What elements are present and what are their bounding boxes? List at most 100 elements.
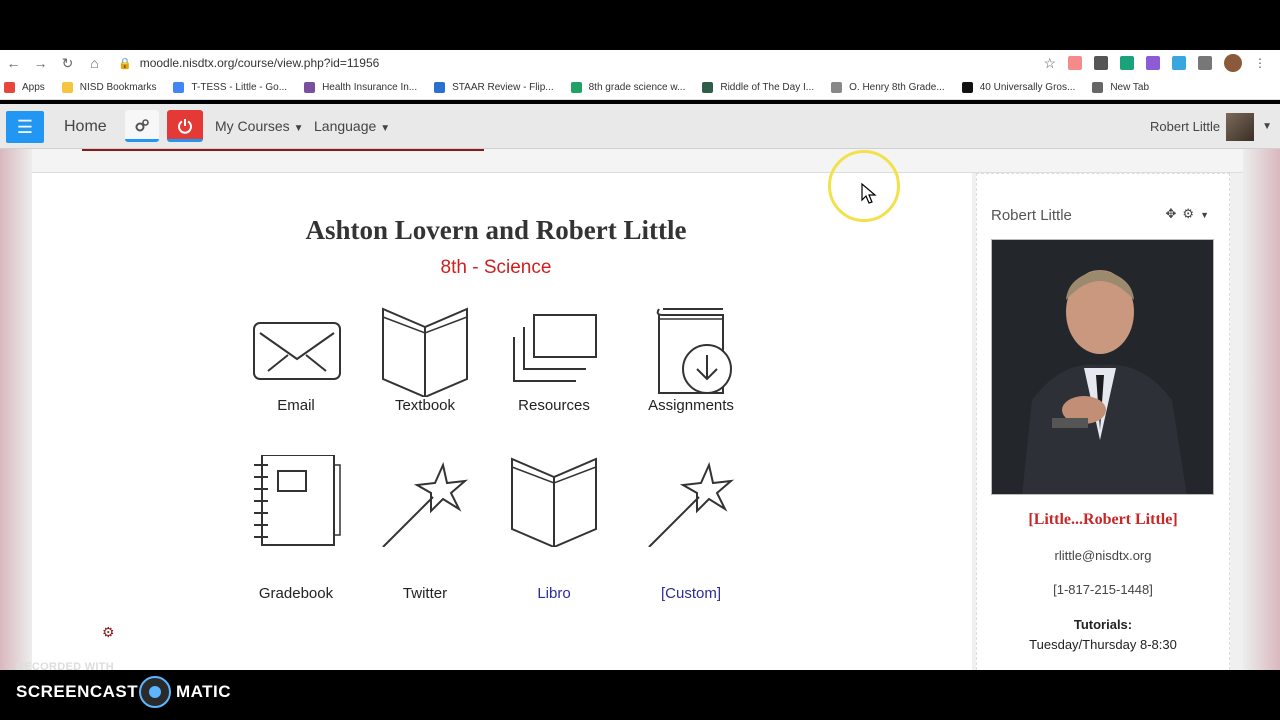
bookmark-favicon-icon — [173, 82, 185, 93]
bookmark-label: 40 Universally Gros... — [979, 82, 1076, 93]
screencast-brand: SCREENCAST — [16, 682, 139, 701]
tile-resources[interactable]: Resources — [494, 305, 614, 414]
envelope-icon — [253, 322, 341, 380]
move-icon[interactable]: ✥ — [1166, 206, 1183, 221]
bookmark-label: O. Henry 8th Grade... — [849, 82, 945, 93]
menu-dots-icon[interactable]: ⋮ — [1254, 56, 1266, 70]
bookmark-item[interactable]: STAAR Review - Flip... — [434, 82, 554, 93]
bookmark-item[interactable]: Apps — [4, 82, 45, 93]
lock-icon: 🔒 — [118, 58, 132, 70]
tile-gradebook[interactable]: Gradebook — [236, 455, 356, 602]
tile-label: Assignments — [648, 397, 734, 414]
book-icon — [511, 457, 597, 547]
user-name: Robert Little — [1150, 119, 1221, 134]
forward-icon[interactable]: → — [27, 55, 54, 71]
bookmark-item[interactable]: 8th grade science w... — [570, 82, 686, 93]
extension-icons: ☆ ⋮ — [1043, 54, 1266, 72]
bookmark-favicon-icon — [1092, 82, 1104, 93]
avatar — [1226, 112, 1255, 141]
divider — [82, 149, 484, 151]
stacked-pages-icon — [513, 314, 597, 382]
language-label: Language — [314, 118, 377, 134]
power-icon — [178, 119, 192, 134]
extension-icon[interactable] — [1120, 56, 1134, 70]
tile-label: Textbook — [394, 397, 456, 414]
tile-textbook[interactable]: Textbook — [365, 305, 485, 414]
magic-wand-icon — [382, 461, 469, 547]
course-section: Ashton Lovern and Robert Little 8th - Sc… — [32, 173, 972, 670]
home-link[interactable]: Home — [64, 118, 107, 136]
my-courses-label: My Courses — [215, 118, 290, 134]
reload-icon[interactable]: ↻ — [54, 55, 81, 72]
admin-gears-button[interactable] — [125, 110, 159, 142]
course-subject: 8th - Science — [440, 257, 552, 278]
block-controls: ✥⚙▼ — [1166, 206, 1215, 222]
notebook-icon — [254, 455, 341, 546]
bookmark-favicon-icon — [4, 82, 15, 93]
url-field[interactable]: 🔒 moodle.nisdtx.org/course/view.php?id=11… — [118, 56, 379, 70]
url-text: moodle.nisdtx.org/course/view.php?id=119… — [139, 56, 380, 70]
gear-icon[interactable]: ⚙ — [102, 624, 115, 641]
tutorials-label: Tutorials: — [1073, 617, 1133, 632]
tile-email[interactable]: Email — [236, 305, 356, 414]
extension-icon[interactable] — [1068, 56, 1082, 70]
moodle-navbar: ☰ Home My Courses ▼ Language ▼ Robert Li… — [0, 104, 1280, 149]
right-gutter — [1243, 149, 1280, 670]
bookmark-favicon-icon — [961, 82, 973, 93]
bookmark-item[interactable]: NISD Bookmarks — [61, 82, 157, 93]
bookmark-label: NISD Bookmarks — [79, 82, 157, 93]
bookmark-item[interactable]: Health Insurance In... — [304, 82, 417, 93]
extension-icon[interactable] — [1146, 56, 1160, 70]
bookmark-label: STAAR Review - Flip... — [452, 82, 554, 93]
caret-down-icon: ▼ — [380, 123, 391, 134]
logout-button[interactable] — [167, 110, 203, 142]
tile-assignments[interactable]: Assignments — [631, 305, 751, 414]
video-top-bar — [0, 0, 1280, 50]
home-icon[interactable]: ⌂ — [81, 55, 108, 71]
bookmark-item[interactable]: O. Henry 8th Grade... — [831, 82, 945, 93]
bookmark-item[interactable]: Riddle of The Day I... — [702, 82, 814, 93]
caret-down-icon: ▼ — [293, 123, 304, 134]
teacher-block: Robert Little ✥⚙▼ [Little...Robert Littl… — [976, 173, 1230, 670]
extension-icon[interactable] — [1172, 56, 1186, 70]
teacher-name: [Little...Robert Little] — [1028, 511, 1178, 528]
gear-icon[interactable]: ⚙ — [1182, 206, 1200, 221]
tile-libro[interactable]: Libro — [494, 455, 614, 602]
bookmark-item[interactable]: T-TESS - Little - Go... — [173, 82, 287, 93]
book-download-icon — [656, 308, 732, 394]
left-gutter — [0, 149, 32, 670]
bookmark-item[interactable]: 40 Universally Gros... — [961, 82, 1076, 93]
block-title: Robert Little — [991, 207, 1072, 224]
tile-label: Libro — [537, 585, 571, 602]
bookmarks-bar: Apps NISD Bookmarks T-TESS - Little - Go..… — [0, 76, 1280, 100]
bookmark-label: New Tab — [1110, 82, 1150, 93]
page-content: Ashton Lovern and Robert Little 8th - Sc… — [0, 149, 1280, 670]
bookmark-label: Riddle of The Day I... — [720, 82, 815, 93]
extension-icon[interactable] — [1094, 56, 1108, 70]
star-icon[interactable]: ☆ — [1043, 55, 1056, 72]
my-courses-menu[interactable]: My Courses ▼ — [215, 118, 303, 134]
extension-icon[interactable] — [1198, 56, 1212, 70]
book-icon — [382, 307, 468, 397]
bookmark-label: 8th grade science w... — [588, 82, 686, 93]
back-icon[interactable]: ← — [0, 55, 27, 71]
bookmark-label: T-TESS - Little - Go... — [191, 82, 288, 93]
bookmark-favicon-icon — [304, 82, 316, 93]
language-menu[interactable]: Language ▼ — [314, 118, 390, 134]
hamburger-menu-button[interactable]: ☰ — [6, 111, 44, 143]
bookmark-favicon-icon — [61, 82, 73, 93]
tile-twitter[interactable]: Twitter — [365, 455, 485, 602]
user-menu[interactable]: Robert Little ▼ — [1150, 104, 1280, 149]
browser-address-bar: ← → ↻ ⌂ 🔒 moodle.nisdtx.org/course/view.p… — [0, 50, 1280, 76]
tile-custom[interactable]: [Custom] — [631, 455, 751, 602]
caret-down-icon[interactable]: ▼ — [1200, 210, 1215, 220]
caret-down-icon: ▼ — [1262, 121, 1272, 132]
teacher-email: rlittle@nisdtx.org — [1054, 548, 1152, 563]
gears-icon — [135, 119, 149, 132]
tutorials-time: Tuesday/Thursday 8-8:30 — [1029, 637, 1177, 652]
tile-label: Twitter — [402, 585, 448, 602]
bookmark-favicon-icon — [434, 82, 446, 93]
bookmark-item[interactable]: New Tab — [1092, 82, 1149, 93]
bookmark-label: Health Insurance In... — [322, 82, 418, 93]
profile-avatar[interactable] — [1224, 54, 1242, 72]
